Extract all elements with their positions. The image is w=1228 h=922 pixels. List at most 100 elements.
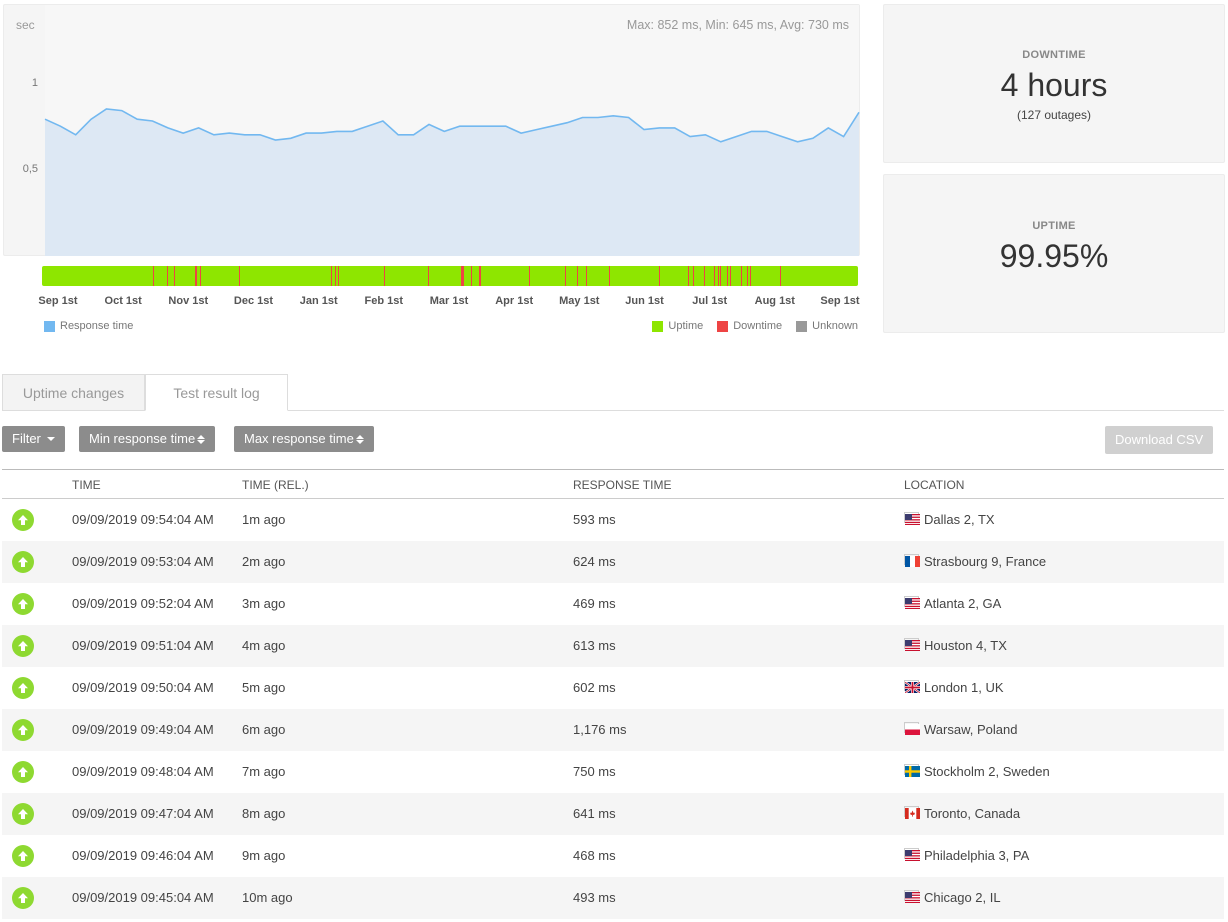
table-row: 09/09/2019 09:48:04 AM 7m ago 750 ms Stockh…: [2, 751, 1224, 793]
location-label: Atlanta 2, GA: [924, 596, 1002, 611]
table-row: 09/09/2019 09:46:04 AM 9m ago 468 ms Philad…: [2, 835, 1224, 877]
download-csv-label: Download CSV: [1115, 432, 1204, 447]
uptime-card: UPTIME 99.95%: [883, 174, 1225, 333]
uk-flag-icon: [904, 680, 921, 694]
outage-mark: [195, 266, 197, 286]
arrow-up-icon: [12, 509, 34, 531]
min-response-sort-button[interactable]: Min response time: [79, 426, 216, 452]
y-axis-unit: sec: [16, 18, 35, 32]
table-body: 09/09/2019 09:54:04 AM 1m ago 593 ms Dallas…: [2, 499, 1224, 919]
location-label: Strasbourg 9, France: [924, 554, 1047, 569]
outage-mark: [383, 266, 386, 286]
outage-mark: [471, 266, 473, 286]
outage-mark: [586, 266, 588, 286]
table-row: 09/09/2019 09:45:04 AM 10m ago 493 ms Chica…: [2, 877, 1224, 919]
location-label: Houston 4, TX: [924, 638, 1007, 653]
legend-swatch: [44, 320, 55, 332]
downtime-label: DOWNTIME: [1022, 49, 1086, 61]
tab-test-result-log[interactable]: Test result log: [145, 374, 288, 411]
cell-time: 09/09/2019 09:53:04 AM: [72, 554, 214, 569]
cell-time: 09/09/2019 09:50:04 AM: [72, 680, 214, 695]
cell-location: Chicago 2, IL: [904, 890, 1001, 905]
outage-mark: [750, 266, 752, 286]
tab-uptime-changes[interactable]: Uptime changes: [2, 374, 145, 411]
outage-mark: [687, 266, 689, 286]
table-row: 09/09/2019 09:49:04 AM 6m ago 1,176 ms Wars…: [2, 709, 1224, 751]
cell-time-rel: 3m ago: [242, 596, 286, 611]
cell-time-rel: 1m ago: [242, 512, 286, 527]
response-time-chart: sec 1 0,5 Max: 852 ms, Min: 645 ms, Avg:…: [3, 4, 860, 257]
us-flag-icon: [904, 638, 920, 651]
ca-flag-icon: [904, 806, 920, 819]
us-flag-icon: [904, 596, 920, 609]
outage-mark: [577, 266, 579, 286]
cell-time-rel: 5m ago: [242, 680, 286, 695]
cell-response-time: 750 ms: [573, 764, 616, 779]
us-flag-icon: [904, 848, 920, 861]
sort-icon: [355, 434, 364, 444]
outage-mark: [330, 266, 333, 286]
table-row: 09/09/2019 09:51:04 AM 4m ago 613 ms Housto…: [2, 625, 1224, 667]
cell-response-time: 469 ms: [573, 596, 616, 611]
arrow-up-icon: [12, 677, 34, 699]
outage-mark: [726, 266, 728, 286]
uptime-label: UPTIME: [1032, 220, 1076, 232]
outage-mark: [565, 266, 567, 286]
cell-response-time: 624 ms: [573, 554, 616, 569]
cell-time: 09/09/2019 09:51:04 AM: [72, 638, 214, 653]
outage-mark: [334, 266, 337, 286]
location-label: Stockholm 2, Sweden: [924, 764, 1050, 779]
sort-icon: [197, 434, 206, 444]
header-time-rel[interactable]: TIME (REL.): [242, 478, 309, 492]
x-tick-label: Apr 1st: [495, 295, 534, 307]
se-flag-icon: [904, 764, 920, 777]
header-location[interactable]: LOCATION: [904, 478, 964, 492]
max-response-sort-button[interactable]: Max response time: [234, 426, 374, 452]
legend-swatch: [652, 320, 664, 332]
cell-location: Stockholm 2, Sweden: [904, 764, 1050, 779]
test-result-table: TIME TIME (REL.) RESPONSE TIME LOCATION …: [2, 469, 1224, 919]
cell-time: 09/09/2019 09:47:04 AM: [72, 806, 214, 821]
cell-time-rel: 6m ago: [242, 722, 286, 737]
x-tick-label: Jun 1st: [625, 295, 664, 307]
response-time-plot: [44, 5, 860, 257]
outage-mark: [713, 266, 715, 286]
location-label: London 1, UK: [924, 680, 1004, 695]
downtime-value: 4 hours: [1000, 67, 1108, 103]
filter-button[interactable]: Filter: [2, 426, 65, 452]
cell-time: 09/09/2019 09:48:04 AM: [72, 764, 214, 779]
outage-mark: [609, 266, 611, 286]
legend-label: Unknown: [812, 320, 858, 332]
x-tick-label: Nov 1st: [168, 295, 209, 307]
caret-down-icon: [46, 437, 55, 441]
cell-time: 09/09/2019 09:54:04 AM: [72, 512, 214, 527]
table-row: 09/09/2019 09:50:04 AM 5m ago 602 ms London…: [2, 667, 1224, 709]
legend-status: Uptime Downtime Unknown: [652, 320, 858, 332]
legend-swatch: [717, 320, 729, 332]
x-tick-label: Aug 1st: [754, 295, 795, 307]
header-time[interactable]: TIME: [72, 478, 101, 492]
legend-label: Downtime: [733, 320, 783, 332]
cell-location: London 1, UK: [904, 680, 1004, 695]
legend-unknown: Unknown: [796, 320, 858, 332]
x-tick-label: Sep 1st: [38, 295, 78, 307]
cell-location: Philadelphia 3, PA: [904, 848, 1029, 863]
cell-location: Warsaw, Poland: [904, 722, 1017, 737]
cell-location: Atlanta 2, GA: [904, 596, 1001, 611]
table-row: 09/09/2019 09:53:04 AM 2m ago 624 ms Strasb…: [2, 541, 1224, 583]
arrow-up-icon: [12, 803, 34, 825]
pl-flag-icon: [904, 722, 920, 735]
outage-mark: [199, 266, 201, 286]
y-tick-label: 0,5: [22, 163, 38, 176]
header-response-time[interactable]: RESPONSE TIME: [573, 478, 671, 492]
x-tick-label: Sep 1st: [820, 295, 860, 307]
arrow-up-icon: [12, 761, 34, 783]
cell-response-time: 593 ms: [573, 512, 616, 527]
outage-mark: [529, 266, 531, 286]
x-tick-label: Oct 1st: [104, 295, 142, 307]
cell-time-rel: 8m ago: [242, 806, 286, 821]
download-csv-button[interactable]: Download CSV: [1105, 426, 1214, 454]
table-row: 09/09/2019 09:52:04 AM 3m ago 469 ms Atlant…: [2, 583, 1224, 625]
outage-mark: [166, 266, 168, 286]
outage-mark: [720, 266, 722, 286]
